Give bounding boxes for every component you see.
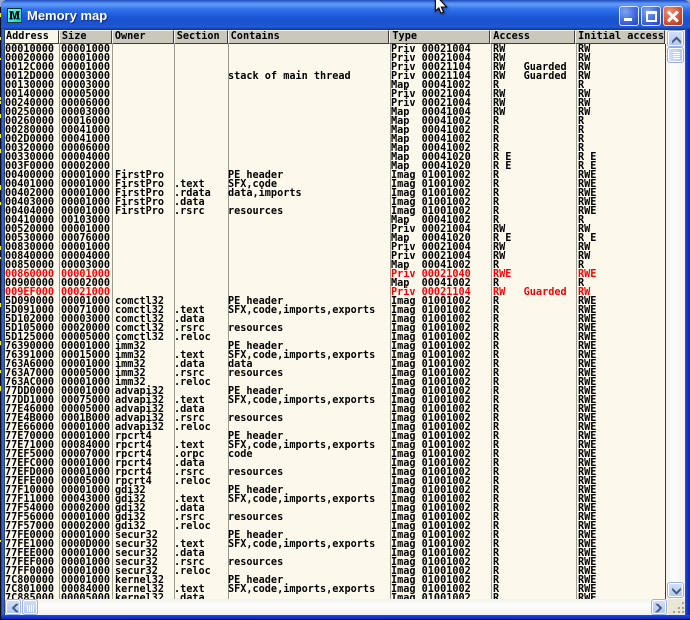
scroll-up-button[interactable] — [667, 30, 684, 47]
column-header-row: AddressSizeOwnerSectionContainsTypeAcces… — [5, 30, 665, 44]
thumb-ridges — [673, 52, 680, 59]
grip-dot — [678, 607, 680, 609]
maximize-icon — [646, 11, 657, 22]
chevron-up-icon — [668, 31, 685, 48]
cell-contains: SFX,code,imports,exports — [228, 396, 375, 405]
vertical-scrollbar[interactable] — [666, 30, 685, 599]
grip-dot — [682, 611, 684, 613]
cell-contains: resources — [228, 207, 283, 216]
cell-section: .rsrc — [174, 207, 205, 216]
memory-map-icon-letter-m — [8, 9, 21, 22]
horizontal-scrollbar[interactable] — [5, 599, 668, 615]
minimize-button[interactable] — [619, 6, 639, 26]
cell-section: .reloc — [174, 477, 211, 486]
thumb-ridges — [27, 605, 34, 612]
memory-map-window: Memory map AddressSizeOwnerSectionContai… — [1, 0, 690, 619]
cell-access: RW Guarded — [493, 288, 567, 297]
title-bar[interactable]: Memory map — [1, 0, 690, 29]
close-button[interactable] — [663, 6, 683, 26]
cell-access: RW Guarded — [493, 72, 567, 81]
cell-contains: resources — [228, 414, 283, 423]
column-header-access[interactable]: Access — [490, 30, 575, 44]
cell-contains: SFX,code,imports,exports — [228, 540, 375, 549]
window-controls — [619, 6, 683, 26]
chevron-right-icon — [652, 600, 668, 616]
maximize-button[interactable] — [641, 6, 661, 26]
cell-section: .reloc — [174, 423, 211, 432]
scroll-right-button[interactable] — [651, 599, 667, 615]
memory-map-table: 0001000000001000Priv 00021004RWRW0002000… — [5, 44, 666, 599]
cell-contains: resources — [228, 558, 283, 567]
cell-contains: resources — [228, 468, 283, 477]
resize-grip[interactable] — [668, 599, 685, 615]
memory-map-window-icon — [7, 8, 22, 23]
column-header-section[interactable]: Section — [174, 30, 228, 44]
cell-contains: code — [228, 450, 253, 459]
scroll-left-button[interactable] — [5, 599, 21, 615]
cell-contains: stack of main thread — [228, 72, 351, 81]
cell-contains: resources — [228, 324, 283, 333]
minimize-icon — [624, 18, 632, 21]
grip-dot — [678, 611, 680, 613]
cell-contains: SFX,code,imports,exports — [228, 306, 375, 315]
column-header-initial[interactable]: Initial access — [575, 30, 665, 44]
cell-contains: SFX,code,imports,exports — [228, 585, 375, 594]
horizontal-thumb[interactable] — [22, 599, 38, 615]
grip-dot — [682, 602, 684, 604]
cell-contains: SFX,code,imports,exports — [228, 495, 375, 504]
chevron-down-icon — [668, 583, 685, 599]
scroll-down-button[interactable] — [667, 582, 684, 598]
column-header-contains[interactable]: Contains — [228, 30, 390, 44]
close-icon — [664, 7, 682, 25]
window-border-right — [685, 29, 690, 615]
client-area: AddressSizeOwnerSectionContainsTypeAcces… — [5, 29, 685, 615]
cell-section: .reloc — [174, 522, 211, 531]
column-header-owner[interactable]: Owner — [112, 30, 174, 44]
column-header-address[interactable]: Address — [5, 30, 59, 44]
arrow-cursor — [430, 0, 454, 18]
vertical-thumb[interactable] — [667, 47, 684, 63]
cell-contains: resources — [228, 513, 283, 522]
cell-section: .reloc — [174, 378, 211, 387]
grip-dot — [673, 611, 675, 613]
grip-dot — [682, 607, 684, 609]
column-header-size[interactable]: Size — [59, 30, 112, 44]
cell-owner: FirstPro — [115, 207, 164, 216]
column-header-type[interactable]: Type — [389, 30, 490, 44]
chevron-left-icon — [6, 600, 22, 616]
window-border-bottom — [1, 615, 690, 619]
cell-section: .reloc — [174, 567, 211, 576]
cell-contains: resources — [228, 369, 283, 378]
cell-section: .reloc — [174, 333, 211, 342]
cell-contains: data,imports — [228, 189, 302, 198]
window-title: Memory map — [27, 8, 107, 23]
